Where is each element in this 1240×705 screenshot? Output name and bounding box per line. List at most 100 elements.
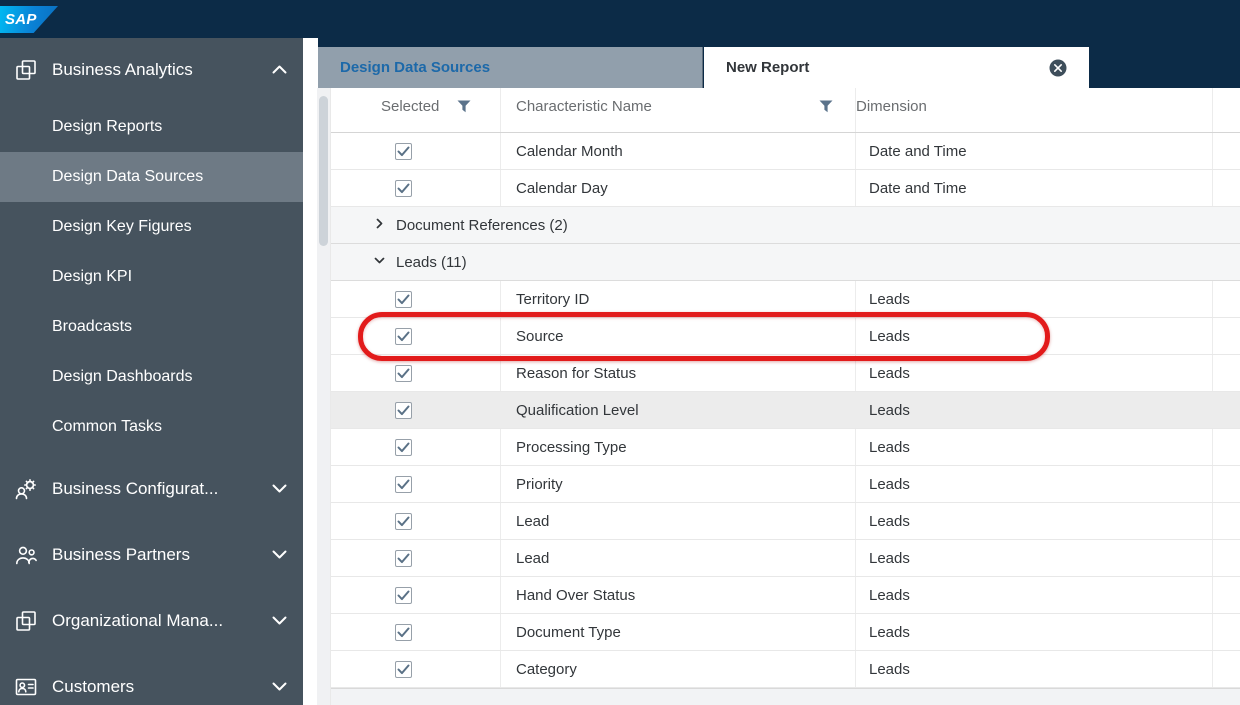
characteristic-name-cell[interactable]: Qualification Level xyxy=(501,392,856,428)
tab-strip: Design Data Sources New Report xyxy=(318,38,1240,88)
sidebar-section-business-configuration[interactable]: Business Configurat... xyxy=(0,456,303,522)
row-checkbox-checked[interactable] xyxy=(395,179,412,197)
group-label: Leads (11) xyxy=(396,253,467,271)
group-label: Document References (2) xyxy=(396,216,568,234)
table-row: Reason for Status Leads xyxy=(331,355,1240,392)
chevron-down-icon[interactable] xyxy=(272,480,287,498)
sidebar-item-design-data-sources[interactable]: Design Data Sources xyxy=(0,152,303,202)
sidebar-section-customers[interactable]: Customers xyxy=(0,654,303,705)
person-card-icon xyxy=(13,674,39,700)
dimension-cell: Leads xyxy=(856,503,1213,539)
section-label: Organizational Mana... xyxy=(52,611,224,630)
section-label: Business Configurat... xyxy=(52,479,219,498)
table-row: Category Leads xyxy=(331,651,1240,688)
dimension-cell: Leads xyxy=(856,355,1213,391)
dimension-cell: Date and Time xyxy=(856,170,1213,206)
filter-icon[interactable] xyxy=(819,100,833,113)
characteristics-table: Selected Characteristic Name Dimension C… xyxy=(330,88,1240,705)
close-tab-icon[interactable] xyxy=(1049,59,1067,77)
section-label: Business Partners xyxy=(52,545,190,564)
row-checkbox-checked[interactable] xyxy=(395,660,412,678)
sidebar-item-common-tasks[interactable]: Common Tasks xyxy=(0,402,303,452)
table-row: Processing Type Leads xyxy=(331,429,1240,466)
row-checkbox-checked[interactable] xyxy=(395,586,412,604)
scrollbar-thumb[interactable] xyxy=(319,96,328,246)
dimension-cell: Leads xyxy=(856,281,1213,317)
characteristic-name-cell[interactable]: Reason for Status xyxy=(501,355,856,391)
table-header-row: Selected Characteristic Name Dimension xyxy=(331,88,1240,133)
dimension-cell: Date and Time xyxy=(856,133,1213,169)
filter-icon[interactable] xyxy=(457,100,471,113)
column-header-characteristic-name[interactable]: Characteristic Name xyxy=(501,88,856,132)
sidebar-item-broadcasts[interactable]: Broadcasts xyxy=(0,302,303,352)
chevron-down-icon[interactable] xyxy=(272,612,287,630)
dimension-cell: Leads xyxy=(856,318,1213,354)
characteristic-name-cell[interactable]: Lead xyxy=(501,503,856,539)
windows-icon xyxy=(13,57,39,83)
gear-person-icon xyxy=(13,476,39,502)
characteristic-name-cell[interactable]: Processing Type xyxy=(501,429,856,465)
chevron-down-icon[interactable] xyxy=(272,546,287,564)
section-label: Business Analytics xyxy=(52,60,193,79)
characteristic-name-cell[interactable]: Document Type xyxy=(501,614,856,650)
characteristic-name-cell[interactable]: Category xyxy=(501,651,856,687)
tab-label: New Report xyxy=(726,59,810,76)
characteristic-name-cell[interactable]: Calendar Month xyxy=(501,133,856,169)
chevron-down-icon[interactable] xyxy=(373,254,386,271)
table-row: Calendar Month Date and Time xyxy=(331,133,1240,170)
row-checkbox-checked[interactable] xyxy=(395,623,412,641)
characteristic-name-cell[interactable]: Hand Over Status xyxy=(501,577,856,613)
sidebar-section-business-partners[interactable]: Business Partners xyxy=(0,522,303,588)
characteristic-name-cell[interactable]: Calendar Day xyxy=(501,170,856,206)
dimension-cell: Leads xyxy=(856,466,1213,502)
windows-icon xyxy=(13,608,39,634)
vertical-scrollbar[interactable] xyxy=(317,88,330,705)
row-checkbox-checked[interactable] xyxy=(395,290,412,308)
sidebar-item-design-kpi[interactable]: Design KPI xyxy=(0,252,303,302)
table-row: Calendar Day Date and Time xyxy=(331,170,1240,207)
sidebar-section-business-analytics[interactable]: Business Analytics xyxy=(0,38,303,102)
table-row-source: Source Leads xyxy=(331,318,1240,355)
column-header-dimension[interactable]: Dimension xyxy=(856,88,1213,132)
group-row-document-references[interactable]: Document References (2) xyxy=(331,207,1240,244)
table-row: Document Type Leads xyxy=(331,614,1240,651)
row-checkbox-checked[interactable] xyxy=(395,438,412,456)
dimension-cell: Leads xyxy=(856,577,1213,613)
tab-design-data-sources[interactable]: Design Data Sources xyxy=(318,47,703,88)
row-checkbox-checked[interactable] xyxy=(395,327,412,345)
sidebar-item-design-reports[interactable]: Design Reports xyxy=(0,102,303,152)
characteristic-name-cell[interactable]: Territory ID xyxy=(501,281,856,317)
table-footer-strip xyxy=(331,688,1240,705)
sidebar-item-design-key-figures[interactable]: Design Key Figures xyxy=(0,202,303,252)
row-checkbox-checked[interactable] xyxy=(395,475,412,493)
table-row-highlighted: Qualification Level Leads xyxy=(331,392,1240,429)
people-icon xyxy=(13,542,39,568)
chevron-up-icon[interactable] xyxy=(272,61,287,79)
row-checkbox-checked[interactable] xyxy=(395,512,412,530)
group-row-leads[interactable]: Leads (11) xyxy=(331,244,1240,281)
characteristic-name-cell[interactable]: Priority xyxy=(501,466,856,502)
dimension-cell: Leads xyxy=(856,540,1213,576)
row-checkbox-checked[interactable] xyxy=(395,549,412,567)
chevron-down-icon[interactable] xyxy=(272,678,287,696)
tab-label: Design Data Sources xyxy=(340,59,491,76)
sidebar-section-organizational-management[interactable]: Organizational Mana... xyxy=(0,588,303,654)
dimension-cell: Leads xyxy=(856,651,1213,687)
table-row: Priority Leads xyxy=(331,466,1240,503)
dimension-cell: Leads xyxy=(856,429,1213,465)
sidebar-item-design-dashboards[interactable]: Design Dashboards xyxy=(0,352,303,402)
dimension-cell: Leads xyxy=(856,614,1213,650)
dimension-cell: Leads xyxy=(856,392,1213,428)
row-checkbox-checked[interactable] xyxy=(395,401,412,419)
column-header-selected[interactable]: Selected xyxy=(331,88,501,132)
tab-new-report[interactable]: New Report xyxy=(704,47,1089,88)
section-label: Customers xyxy=(52,677,135,696)
chevron-right-icon[interactable] xyxy=(373,217,386,234)
row-checkbox-checked[interactable] xyxy=(395,142,412,160)
sidebar-navigation: Business Analytics Design Reports Design… xyxy=(0,38,303,705)
row-checkbox-checked[interactable] xyxy=(395,364,412,382)
sap-logo: SAP xyxy=(0,6,58,33)
characteristic-name-cell[interactable]: Source xyxy=(501,318,856,354)
characteristic-name-cell[interactable]: Lead xyxy=(501,540,856,576)
top-bar: SAP xyxy=(0,0,1240,38)
